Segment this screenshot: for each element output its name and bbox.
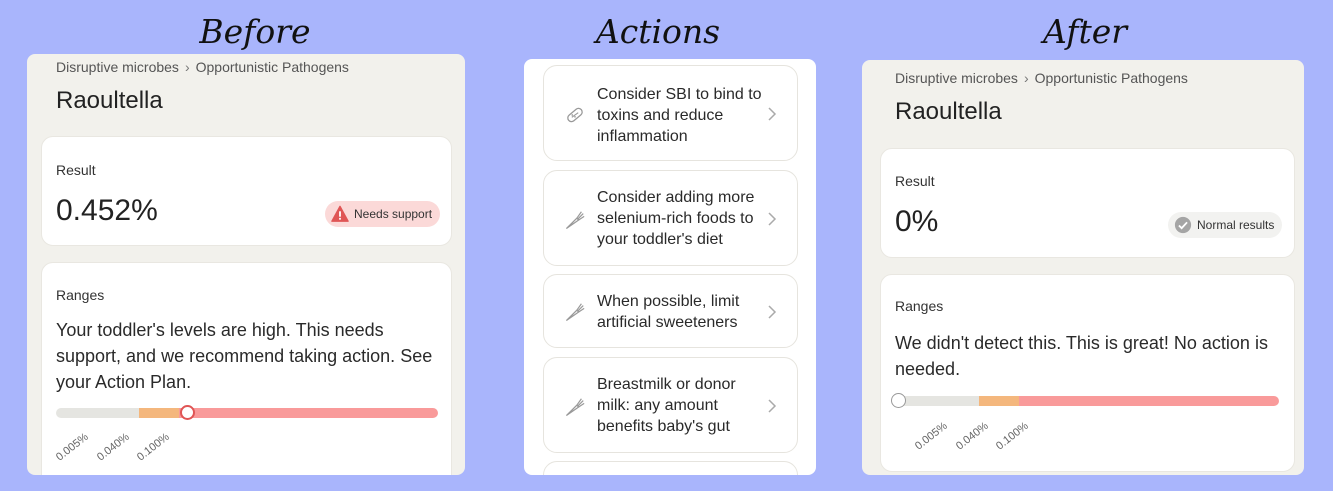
result-card: Result 0% Normal results: [880, 148, 1295, 258]
range-normal: [56, 408, 139, 418]
tick-label: 0.040%: [953, 420, 991, 453]
result-label: Result: [895, 173, 935, 189]
check-circle-icon: [1174, 216, 1192, 234]
carrot-icon: [566, 211, 585, 229]
ranges-description: Your toddler's levels are high. This nee…: [56, 320, 433, 392]
range-borderline: [139, 408, 179, 418]
result-label: Result: [56, 162, 96, 178]
chevron-right-icon: [768, 107, 777, 121]
action-text: Consider adding more selenium-rich foods…: [597, 189, 755, 248]
action-item[interactable]: Consider adding more selenium-rich foods…: [543, 170, 798, 266]
action-item[interactable]: When possible, limit artificial sweetene…: [543, 274, 798, 348]
status-badge: Normal results: [1168, 212, 1283, 238]
result-value: 0%: [895, 205, 939, 238]
ranges-description: We didn't detect this. This is great! No…: [895, 333, 1268, 379]
result-value: 0.452%: [56, 194, 158, 227]
ranges-label: Ranges: [895, 298, 944, 314]
ranges-label: Ranges: [56, 287, 105, 303]
before-title: Before: [199, 12, 311, 51]
before-panel: Disruptive microbes › Opportunistic Pathog…: [27, 54, 465, 475]
result-marker: [180, 405, 195, 420]
carrot-icon: [566, 303, 585, 321]
result-card: Result 0.452% Needs support: [41, 136, 452, 246]
after-panel: Disruptive microbes › Opportunistic Pathog…: [862, 60, 1304, 475]
result-marker: [891, 393, 906, 408]
actions-title: Actions: [595, 12, 721, 51]
tick-label: 0.005%: [53, 431, 91, 464]
page-title: Raoultella: [895, 98, 1002, 125]
range-borderline: [979, 396, 1019, 406]
tick-label: 0.100%: [993, 420, 1031, 453]
action-text: When possible, limit artificial sweetene…: [597, 293, 740, 331]
pill-icon: [567, 107, 583, 123]
tick-label: 0.100%: [134, 431, 172, 464]
page-title: Raoultella: [56, 87, 163, 114]
breadcrumb-child[interactable]: Opportunistic Pathogens: [196, 59, 349, 75]
chevron-right-icon: [768, 399, 777, 413]
chevron-right-icon: [768, 212, 777, 226]
actions-panel: Consider SBI to bind to toxins and reduc…: [524, 59, 816, 475]
range-bar: [895, 396, 1279, 406]
after-title: After: [1042, 12, 1128, 51]
range-high: [179, 408, 438, 418]
range-bar: [56, 408, 438, 418]
breadcrumb-parent[interactable]: Disruptive microbes: [895, 70, 1018, 86]
status-badge-label: Normal results: [1197, 218, 1275, 232]
chevron-right-icon: [768, 305, 777, 319]
action-item[interactable]: [543, 461, 798, 475]
breadcrumb: Disruptive microbes › Opportunistic Pathog…: [56, 59, 349, 75]
carrot-icon: [566, 398, 585, 416]
status-badge-label: Needs support: [354, 207, 433, 221]
breadcrumb-child[interactable]: Opportunistic Pathogens: [1035, 70, 1188, 86]
breadcrumb-parent[interactable]: Disruptive microbes: [56, 59, 179, 75]
action-text: Consider SBI to bind to toxins and reduc…: [597, 86, 762, 145]
chevron-right-icon: ›: [1023, 70, 1029, 86]
action-item[interactable]: Breastmilk or donor milk: any amount ben…: [543, 357, 798, 453]
breadcrumb: Disruptive microbes › Opportunistic Pathog…: [895, 70, 1188, 86]
warning-icon: [331, 205, 349, 222]
range-high: [1019, 396, 1279, 406]
ranges-card: Ranges We didn't detect this. This is gr…: [880, 274, 1295, 472]
tick-label: 0.040%: [94, 431, 132, 464]
tick-label: 0.005%: [912, 420, 950, 453]
action-item[interactable]: Consider SBI to bind to toxins and reduc…: [543, 65, 798, 161]
action-text: Breastmilk or donor milk: any amount ben…: [597, 376, 736, 435]
ranges-card: Ranges Your toddler's levels are high. T…: [41, 262, 452, 475]
chevron-right-icon: ›: [184, 59, 190, 75]
status-badge: Needs support: [325, 201, 441, 227]
range-normal: [895, 396, 979, 406]
